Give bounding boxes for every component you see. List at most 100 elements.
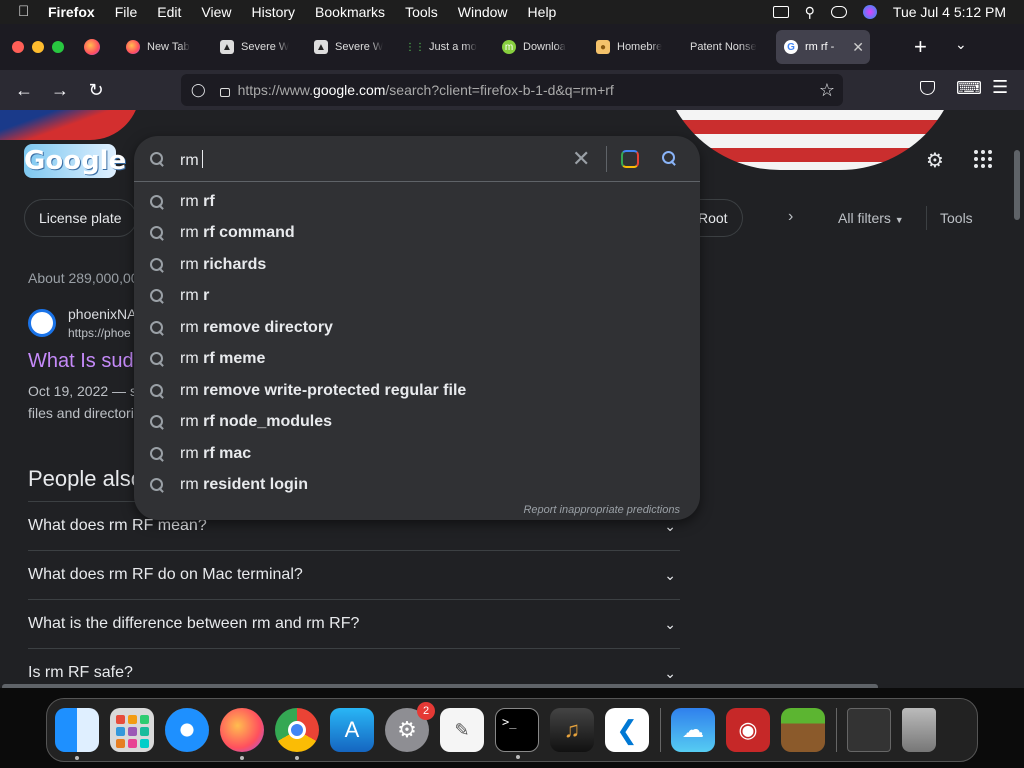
beer-icon: ●	[596, 40, 610, 54]
menu-edit[interactable]: Edit	[157, 4, 181, 20]
paa-question[interactable]: Is rm RF safe? ⌄	[28, 648, 680, 688]
gear-icon[interactable]: ⚙	[926, 148, 944, 173]
paa-question-text: Is rm RF safe?	[28, 664, 133, 681]
menu-window[interactable]: Window	[458, 4, 508, 20]
tab-severe-weather-1[interactable]: ▲ Severe W	[212, 30, 306, 64]
garageband-icon[interactable]: ♫	[550, 708, 594, 752]
apple-icon[interactable]: 	[18, 4, 34, 20]
address-bar[interactable]: ◯ https://www.google.com/search?client=f…	[181, 74, 843, 106]
firefox-view-icon[interactable]	[84, 39, 100, 55]
safari-icon[interactable]	[165, 708, 209, 752]
paa-question[interactable]: What does rm RF do on Mac terminal? ⌄	[28, 550, 680, 599]
weather-icon[interactable]: ☁	[671, 708, 715, 752]
menu-history[interactable]: History	[251, 4, 295, 20]
suggestion-text: rm resident login	[180, 475, 309, 493]
suggestion-item[interactable]: rm rf	[134, 186, 700, 217]
tab-rm-rf[interactable]: Grm rf - ✕	[776, 30, 870, 64]
tab-new-tab[interactable]: New Tab	[118, 30, 212, 64]
photo-booth-icon[interactable]: ◉	[726, 708, 770, 752]
menu-view[interactable]: View	[201, 4, 231, 20]
chevron-down-icon: ⌄	[664, 615, 676, 632]
tab-severe-weather-2[interactable]: ▲ Severe W	[306, 30, 400, 64]
toolbar-divider	[926, 206, 927, 230]
minimize-window-button[interactable]	[32, 41, 44, 53]
list-all-tabs-icon[interactable]: ⌄	[955, 36, 967, 53]
notification-badge: 2	[417, 702, 435, 720]
zoom-window-button[interactable]	[52, 41, 64, 53]
textedit-icon[interactable]: ✎	[440, 708, 484, 752]
menu-file[interactable]: File	[115, 4, 138, 20]
app-store-icon[interactable]: A	[330, 708, 374, 752]
tools-button[interactable]: Tools	[940, 210, 973, 226]
menu-help[interactable]: Help	[528, 4, 557, 20]
control-center-icon[interactable]	[830, 6, 847, 18]
paa-question[interactable]: What is the difference between rm and rm…	[28, 599, 680, 648]
search-box[interactable]: rm ✕	[134, 136, 700, 182]
lock-icon[interactable]	[219, 87, 230, 97]
system-settings-icon[interactable]: ⚙ 2	[385, 702, 435, 752]
search-icon	[150, 415, 164, 429]
firefox-dock-icon[interactable]	[220, 708, 264, 760]
reload-button[interactable]: ↻	[78, 80, 114, 101]
menu-app-firefox[interactable]: Firefox	[48, 4, 95, 20]
clock[interactable]: Tue Jul 4 5:12 PM	[893, 4, 1006, 20]
chrome-icon[interactable]	[275, 708, 319, 760]
suggestion-item[interactable]: rm richards	[134, 249, 700, 280]
siri-icon[interactable]	[862, 5, 877, 19]
minecraft-icon[interactable]	[781, 708, 825, 752]
suggestion-item[interactable]: rm rf node_modules	[134, 406, 700, 437]
finder-icon[interactable]	[55, 708, 99, 760]
new-tab-button[interactable]: +	[914, 34, 927, 60]
trash-icon[interactable]	[902, 708, 936, 752]
report-predictions-link[interactable]: Report inappropriate predictions	[523, 504, 680, 516]
pocket-icon[interactable]	[920, 81, 935, 95]
tab-download[interactable]: m Downloa	[494, 30, 588, 64]
suggestion-item[interactable]: rm r	[134, 280, 700, 311]
recent-window-thumbnail[interactable]	[847, 708, 891, 752]
bookmark-star-icon[interactable]: ☆	[819, 80, 835, 101]
tab-patent-nonsense[interactable]: Patent Nonse	[682, 30, 776, 64]
suggestion-item[interactable]: rm rf meme	[134, 343, 700, 374]
suggestion-item[interactable]: rm resident login	[134, 469, 700, 500]
all-filters-button[interactable]: All filters ▼	[838, 210, 904, 226]
close-tab-icon[interactable]: ✕	[852, 39, 864, 56]
suggestion-item[interactable]: rm remove write-protected regular file	[134, 375, 700, 406]
suggestion-item[interactable]: rm rf mac	[134, 438, 700, 469]
tab-label: Patent Nonse	[690, 41, 757, 53]
suggestion-text: rm rf command	[180, 223, 295, 241]
search-input[interactable]: rm	[180, 150, 203, 170]
suggestion-item[interactable]: rm remove directory	[134, 312, 700, 343]
back-button[interactable]: ←	[6, 80, 42, 101]
screen-mirror-icon[interactable]	[772, 6, 789, 18]
menu-hamburger-icon[interactable]: ☰	[992, 77, 1008, 98]
menu-bookmarks[interactable]: Bookmarks	[315, 4, 385, 20]
people-also-ask-title: People also	[28, 466, 143, 491]
result-title-link[interactable]: What Is sud	[28, 350, 134, 373]
menu-tools[interactable]: Tools	[405, 4, 438, 20]
tab-homebrew[interactable]: ● Homebre	[588, 30, 682, 64]
search-icon	[150, 152, 164, 166]
forward-button[interactable]: →	[42, 80, 78, 101]
search-submit-icon[interactable]	[662, 151, 676, 165]
result-site-name[interactable]: phoenixNA	[68, 306, 137, 322]
doodle-stripes	[660, 110, 960, 170]
spotlight-icon[interactable]: ⚲	[805, 4, 815, 21]
suggestion-item[interactable]: rm rf command	[134, 217, 700, 248]
google-lens-icon[interactable]	[621, 150, 639, 168]
close-window-button[interactable]	[12, 41, 24, 53]
launchpad-icon[interactable]	[110, 708, 154, 752]
apps-grid-icon[interactable]	[974, 150, 992, 168]
extensions-icon[interactable]: ⌨	[956, 78, 982, 99]
phoenixnap-favicon-icon[interactable]	[28, 309, 56, 337]
terminal-icon[interactable]: >_	[495, 708, 539, 759]
chip-license-plate[interactable]: License plate	[24, 199, 137, 237]
shield-icon[interactable]: ◯	[191, 82, 206, 98]
vertical-scrollbar[interactable]	[1014, 150, 1020, 220]
google-doodle-logo[interactable]: Google	[24, 144, 126, 178]
clear-search-icon[interactable]: ✕	[572, 146, 590, 172]
caret-down-icon: ▼	[894, 215, 904, 225]
result-site-url[interactable]: https://phoe	[68, 326, 131, 340]
chevron-right-icon[interactable]: ›	[788, 208, 793, 226]
vscode-icon[interactable]: ❮	[605, 708, 649, 752]
tab-just-a-moment[interactable]: ⋮⋮ Just a mo	[400, 30, 494, 64]
